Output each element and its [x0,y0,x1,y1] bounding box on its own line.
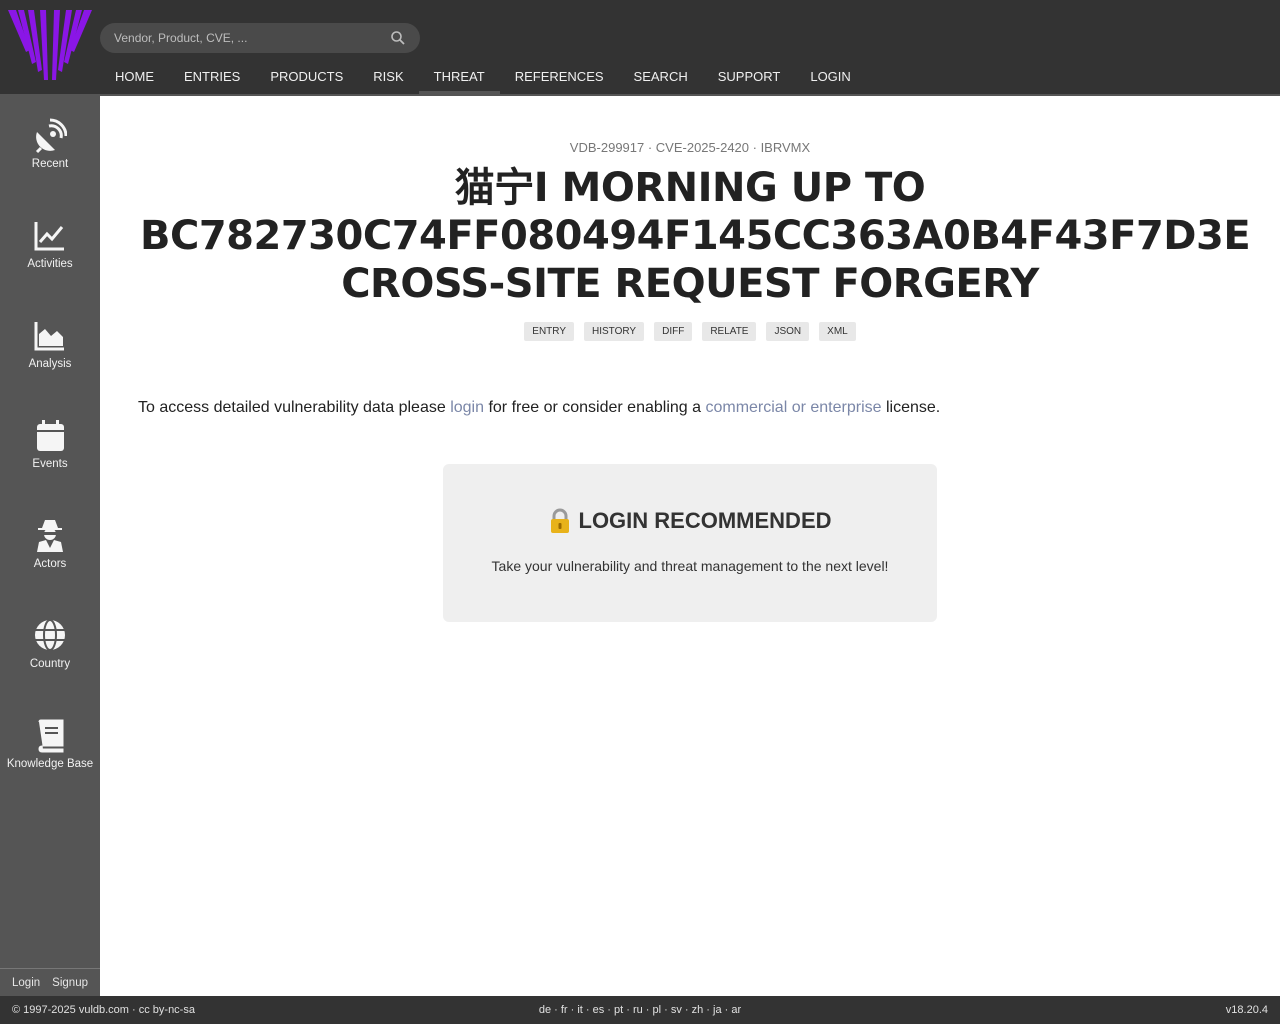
sidebar-item-label: Country [29,658,71,670]
entry-tabs: ENTRY HISTORY DIFF RELATE JSON XML [100,322,1280,341]
login-link[interactable]: login [450,399,484,416]
version: v18.20.4 [1225,1004,1268,1016]
main-nav: HOME ENTRIES PRODUCTS RISK THREAT REFERE… [100,60,866,96]
sidebar-signup-link[interactable]: Signup [52,977,88,989]
satellite-dish-icon [35,118,67,154]
sidebar-login-link[interactable]: Login [12,977,40,989]
lock-icon [550,508,569,533]
nav-risk[interactable]: RISK [358,60,418,94]
sidebar-item-recent[interactable]: Recent [0,118,100,188]
area-chart-icon [34,322,64,351]
page-title: 猫宁I MORNING UP TO BC782730C74FF080494F14… [140,165,1251,307]
nav-products[interactable]: PRODUCTS [255,60,358,94]
tab-history[interactable]: HISTORY [584,322,645,341]
sidebar-item-activities[interactable]: Activities [0,218,100,288]
tab-relate[interactable]: RELATE [702,322,757,341]
login-recommended-heading: LOGIN RECOMMENDED [443,508,937,534]
tab-json[interactable]: JSON [766,322,810,341]
sidebar-item-analysis[interactable]: Analysis [0,318,100,388]
login-recommended-box: LOGIN RECOMMENDED Take your vulnerabilit… [443,464,937,622]
license-link[interactable]: commercial or enterprise [705,399,881,416]
sidebar-item-knowledge-base[interactable]: Knowledge Base [0,718,100,788]
language-selector[interactable]: de · fr · it · es · pt · ru · pl · sv · … [0,1004,1280,1016]
sidebar-item-actors[interactable]: Actors [0,518,100,588]
globe-icon [35,619,65,651]
nav-home[interactable]: HOME [100,60,169,94]
nav-support[interactable]: SUPPORT [703,60,796,94]
footer: © 1997-2025 vuldb.com · cc by-nc-sa de ·… [0,996,1280,1024]
access-notice: To access detailed vulnerability data pl… [138,399,940,417]
nav-entries[interactable]: ENTRIES [169,60,255,94]
sidebar-item-label: Recent [31,158,69,170]
vuldb-logo[interactable] [8,10,92,80]
main-content: VDB-299917 · CVE-2025-2420 · IBRVMX 猫宁I … [100,96,1280,996]
search-bar[interactable] [100,23,420,53]
sidebar-item-label: Analysis [28,358,72,370]
sidebar-footer: Login Signup [0,968,100,996]
login-recommended-text: Take your vulnerability and threat manag… [491,558,889,574]
nav-references[interactable]: REFERENCES [500,60,619,94]
user-secret-icon [37,520,63,552]
search-input[interactable] [114,31,390,45]
sidebar: Recent Activities Analysis Events Actors… [0,96,100,996]
notice-text-middle: for free or consider enabling a [484,399,706,416]
top-bar: HOME ENTRIES PRODUCTS RISK THREAT REFERE… [0,0,1280,96]
sidebar-item-label: Actors [33,558,67,570]
nav-search[interactable]: SEARCH [619,60,703,94]
notice-text-before: To access detailed vulnerability data pl… [138,399,451,416]
sidebar-item-events[interactable]: Events [0,418,100,488]
notice-text-after: license. [881,399,941,416]
line-chart-icon [34,222,64,251]
sidebar-item-label: Activities [27,258,73,270]
calendar-icon [37,420,64,451]
sidebar-item-label: Knowledge Base [6,758,94,770]
tab-xml[interactable]: XML [819,322,856,341]
login-recommended-title: LOGIN RECOMMENDED [578,508,832,533]
search-icon[interactable] [390,30,406,46]
nav-threat[interactable]: THREAT [418,60,500,94]
tab-diff[interactable]: DIFF [654,322,693,341]
entry-meta: VDB-299917 · CVE-2025-2420 · IBRVMX [569,140,811,155]
sidebar-item-country[interactable]: Country [0,618,100,688]
tab-entry[interactable]: ENTRY [524,322,574,341]
book-icon [38,719,64,753]
nav-login[interactable]: LOGIN [795,60,865,94]
sidebar-item-label: Events [32,458,68,470]
